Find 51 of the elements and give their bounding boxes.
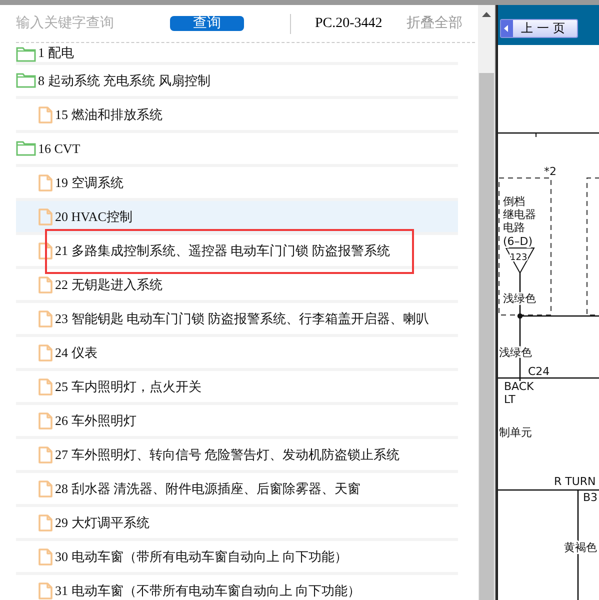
file-icon (38, 412, 53, 430)
folder-icon (16, 47, 36, 62)
tree-item[interactable]: 27 车外照明灯、转向信号 危险警告灯、发动机防盗锁止系统 (16, 439, 458, 473)
file-icon (38, 446, 53, 464)
tree-item[interactable]: 31 电动车窗（不带所有电动车窗自动向上 向下功能） (16, 575, 458, 600)
file-icon (38, 208, 53, 226)
tree-item[interactable]: 15 燃油和排放系统 (16, 99, 458, 133)
folder-icon (16, 73, 36, 88)
scrollbar-thumb[interactable] (479, 73, 494, 600)
file-icon (38, 378, 53, 396)
file-icon (38, 480, 53, 498)
diagram-label: 倒档 (503, 195, 525, 208)
file-icon (38, 514, 53, 532)
tree-item[interactable]: 1 配电 (16, 43, 458, 65)
tree-item[interactable]: 21 多路集成控制系统、遥控器 电动车门门锁 防盗报警系统 (16, 235, 458, 269)
tree-item[interactable]: 23 智能钥匙 电动车门门锁 防盗报警系统、行李箱盖开启器、喇叭 (16, 303, 458, 337)
scroll-up-icon[interactable] (482, 12, 491, 17)
tree-item[interactable]: 20 HVAC控制 (16, 201, 458, 235)
diagram-label: (6–D) (503, 235, 533, 248)
tree-item[interactable]: 26 车外照明灯 (16, 405, 458, 439)
file-icon (38, 174, 53, 192)
diagram-label: 123 (510, 253, 528, 263)
previous-page-button[interactable]: 上一页 (500, 19, 578, 38)
diagram-label: *2 (544, 165, 556, 178)
tree-item[interactable]: 8 起动系统 充电系统 风扇控制 (16, 65, 458, 99)
diagram-label: 电路 (503, 221, 525, 234)
tree-item[interactable]: 16 CVT (16, 133, 458, 167)
diagram-label: 继电器 (503, 208, 536, 221)
diagram-label: LT (504, 393, 516, 406)
diagram-label: B3 (583, 491, 598, 504)
tree-item[interactable]: 28 刮水器 清洗器、附件电源插座、后窗除雾器、天窗 (16, 473, 458, 507)
folder-icon (16, 141, 36, 156)
document-code: PC.20-3442 (315, 15, 382, 33)
file-icon (38, 276, 53, 294)
tree-item[interactable]: 29 大灯调平系统 (16, 507, 458, 541)
file-icon (38, 310, 53, 328)
tree-item[interactable]: 25 车内照明灯，点火开关 (16, 371, 458, 405)
tree-item[interactable]: 24 仪表 (16, 337, 458, 371)
file-icon (38, 344, 53, 362)
tree-item[interactable]: 22 无钥匙进入系统 (16, 269, 458, 303)
tree-item[interactable]: 30 电动车窗（带所有电动车窗自动向上 向下功能） (16, 541, 458, 575)
diagram-label: 制单元 (499, 426, 532, 439)
search-button[interactable]: 查询 (170, 16, 244, 31)
file-icon (38, 548, 53, 566)
arrow-left-icon (501, 20, 513, 37)
diagram-label: R TURN (554, 475, 596, 488)
diagram-label: C24 (528, 365, 550, 378)
file-icon (38, 582, 53, 600)
file-icon (38, 106, 53, 124)
diagram-label: BACK (504, 380, 534, 393)
file-icon (38, 242, 53, 260)
